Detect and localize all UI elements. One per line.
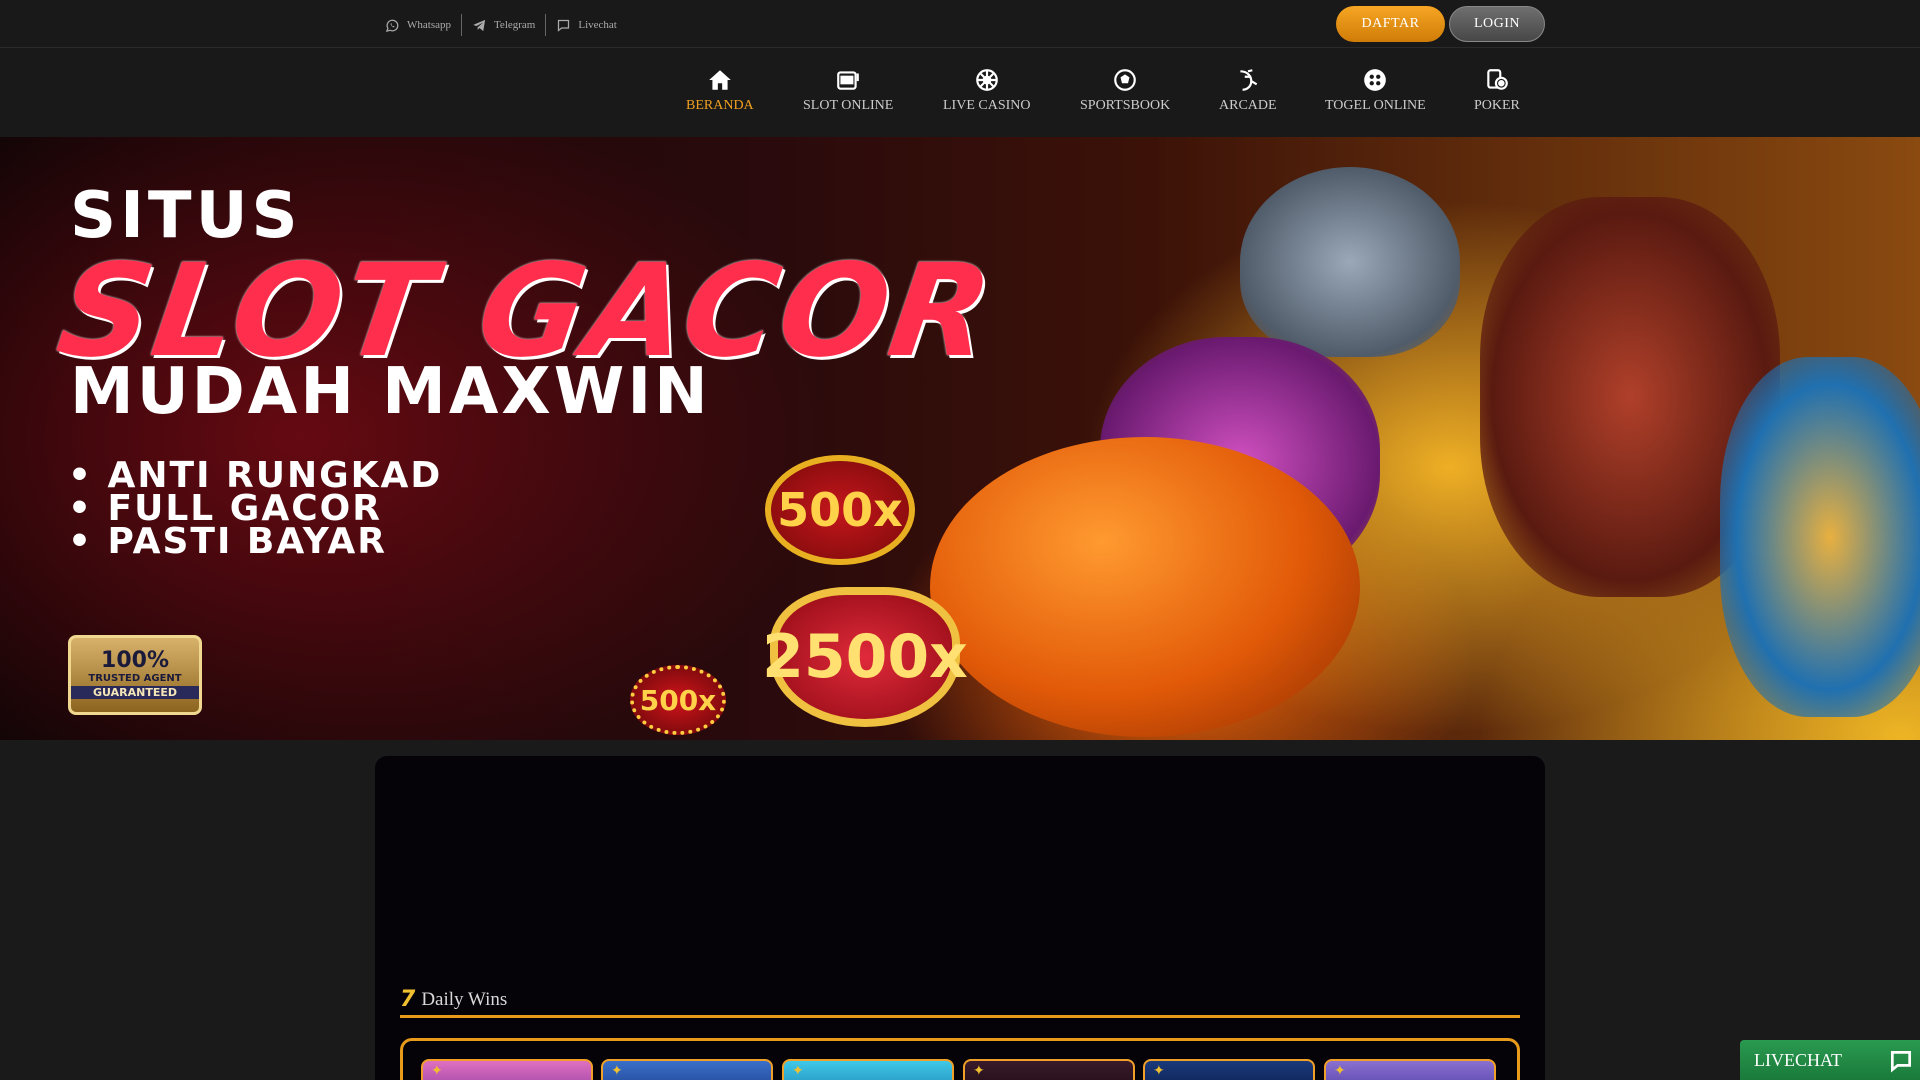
slot-machine-icon [837,71,860,90]
telegram-icon [473,19,486,31]
fish-icon [1240,69,1258,91]
badge-line-2: GUARANTEED [71,686,199,699]
nav-item-slot-online[interactable]: SLOT ONLINE [803,67,893,114]
game-card[interactable]: ✦ [421,1059,593,1080]
pharaoh-illustration [1720,357,1920,717]
multiplier-medal: 500x [765,455,915,565]
banner-bullet: PASTI BAYAR [68,524,442,560]
crown-icon: ✦ [431,1064,443,1079]
badge-line-1: TRUSTED AGENT [88,673,182,684]
livechat-label: Livechat [578,19,617,31]
whatsapp-icon [385,19,399,32]
banner-line-3: MUDAH MAXWIN [70,355,711,429]
nav-label: POKER [1474,98,1520,113]
nav-label: ARCADE [1219,98,1277,113]
home-icon [708,70,731,90]
livechat-button-label: LIVECHAT [1754,1049,1842,1070]
crown-icon: ✦ [1334,1064,1346,1079]
daily-wins-carousel: ✦ ✦ ✦ ✦ ✦ ✦ [400,1038,1520,1080]
nav-item-beranda[interactable]: BERANDA [686,67,754,114]
chat-icon [558,19,570,32]
game-card[interactable]: ✦ [1324,1059,1496,1080]
multiplier-medal: 500x [630,665,726,735]
nav-item-arcade[interactable]: ARCADE [1219,67,1277,114]
telegram-link[interactable]: Telegram [460,14,545,36]
pumpkin-illustration [930,437,1360,737]
crown-icon: ✦ [973,1064,985,1079]
daily-wins-header: 7 Daily Wins [400,988,1520,1018]
register-button[interactable]: DAFTAR [1336,6,1445,42]
roulette-icon [975,69,998,91]
trusted-agent-badge: 100% TRUSTED AGENT GUARANTEED [68,635,202,715]
top-bar: Whatsapp Telegram Livechat DAFTAR LOGIN [0,0,1920,48]
nav-label: LIVE CASINO [943,98,1031,113]
game-card[interactable]: ✦ [601,1059,773,1080]
poker-chip-icon [1487,69,1508,90]
livechat-link[interactable]: Livechat [545,14,626,36]
game-card[interactable]: ✦ [1143,1059,1315,1080]
crown-icon: ✦ [792,1064,804,1079]
soccer-ball-icon [1114,69,1136,91]
banner-bullets: ANTI RUNGKAD FULL GACOR PASTI BAYAR [68,458,442,560]
game-card[interactable]: ✦ [963,1059,1135,1080]
main-nav: BERANDA SLOT ONLINE LIVE CASINO SPORTSBO… [0,49,1920,137]
lottery-ball-icon [1364,69,1387,91]
wolf-illustration [1240,167,1460,357]
nav-item-live-casino[interactable]: LIVE CASINO [943,67,1031,114]
nav-label: BERANDA [686,98,754,113]
whatsapp-link[interactable]: Whatsapp [385,14,461,36]
game-card[interactable]: ✦ [782,1059,954,1080]
nav-item-togel-online[interactable]: TOGEL ONLINE [1325,67,1426,114]
badge-percent: 100% [101,648,169,673]
daily-wins-title: Daily Wins [421,989,508,1010]
nav-label: SPORTSBOOK [1080,98,1171,113]
promo-banner[interactable]: SITUS SLOT GACOR MUDAH MAXWIN ANTI RUNGK… [0,137,1920,740]
livechat-button[interactable]: LIVECHAT [1740,1040,1920,1080]
telegram-label: Telegram [493,19,536,31]
nav-item-poker[interactable]: POKER [1474,67,1520,114]
nav-label: SLOT ONLINE [803,98,894,113]
crown-icon: ✦ [611,1064,623,1079]
lucky-seven-icon: 7 [400,987,416,1012]
multiplier-medal: 2500x [762,587,968,727]
nav-label: TOGEL ONLINE [1325,98,1426,113]
login-button[interactable]: LOGIN [1449,6,1545,42]
chat-bubble-icon [1890,1050,1912,1073]
contact-links: Whatsapp Telegram Livechat [385,14,627,36]
nav-item-sportsbook[interactable]: SPORTSBOOK [1080,67,1170,114]
main-panel: 7 Daily Wins ✦ ✦ ✦ ✦ ✦ ✦ [375,756,1545,1080]
crown-icon: ✦ [1153,1064,1165,1079]
whatsapp-label: Whatsapp [407,19,451,31]
